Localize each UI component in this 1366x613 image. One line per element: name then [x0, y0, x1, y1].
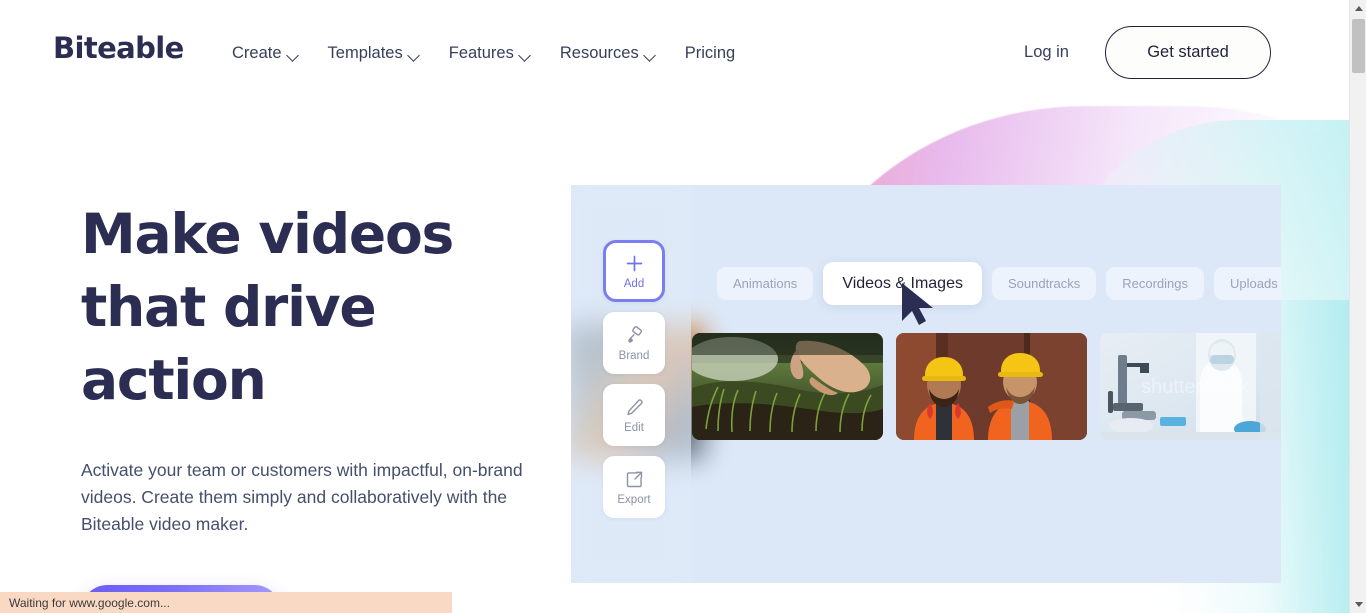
nav-label-templates: Templates: [327, 44, 403, 62]
media-category-tabs: Animations Videos & Images Soundtracks R…: [717, 262, 1281, 305]
tab-videos-and-images[interactable]: Videos & Images: [823, 262, 982, 305]
tool-button-add[interactable]: Add: [603, 240, 665, 302]
thumbnail-item[interactable]: shutterstock: [1100, 333, 1281, 440]
share-export-icon: [626, 471, 642, 487]
tab-recordings[interactable]: Recordings: [1106, 267, 1205, 300]
tool-button-edit[interactable]: Edit: [603, 384, 665, 446]
triangle-up-icon: [1354, 6, 1363, 11]
nav-label-features: Features: [448, 44, 514, 62]
nav-label-pricing: Pricing: [684, 44, 736, 62]
paint-roller-icon: [627, 325, 642, 343]
tab-uploads[interactable]: Uploads: [1214, 267, 1281, 300]
hero-subtitle: Activate your team or customers with imp…: [81, 460, 523, 534]
main-navigation: Create Templates Features Resources Pric…: [232, 40, 735, 66]
triangle-down-icon: [1354, 602, 1363, 607]
biteable-logo[interactable]: Biteable: [53, 31, 184, 65]
chevron-down-icon: [288, 51, 299, 58]
plus-icon: [626, 255, 642, 271]
nav-item-resources[interactable]: Resources: [560, 40, 656, 66]
nav-label-create: Create: [232, 44, 282, 62]
tab-soundtracks[interactable]: Soundtracks: [991, 267, 1097, 300]
vertical-scrollbar[interactable]: [1349, 0, 1366, 613]
tool-button-brand[interactable]: Brand: [603, 312, 665, 374]
tool-label-edit: Edit: [624, 421, 644, 434]
media-thumbnail-grid: shutterstock: [692, 333, 1281, 440]
hero-title-line-1: Make videos: [81, 202, 454, 266]
site-header: Biteable Create Templates Features Resou…: [0, 0, 1349, 106]
scrollbar-thumb[interactable]: [1352, 19, 1365, 73]
nav-label-resources: Resources: [559, 44, 639, 62]
pencil-icon: [626, 398, 643, 415]
scrollbar-down-button[interactable]: [1350, 596, 1366, 613]
nav-item-templates[interactable]: Templates: [328, 40, 420, 66]
browser-status-bar: Waiting for www.google.com...: [0, 592, 452, 613]
svg-text:shutterstock: shutterstock: [1141, 376, 1250, 398]
tab-animations[interactable]: Animations: [717, 267, 814, 300]
page-canvas: Biteable Create Templates Features Resou…: [0, 0, 1349, 613]
hero-content: Make videos that drive action Activate y…: [81, 198, 551, 613]
header-actions: Log in Get started: [1024, 26, 1271, 79]
nav-item-create[interactable]: Create: [232, 40, 299, 66]
construction-workers-thumbnail-art: [896, 333, 1087, 440]
laboratory-thumbnail-art: shutterstock: [1100, 333, 1281, 440]
app-mockup-panel: Add Brand Edit Export Animations Videos …: [571, 185, 1281, 583]
farming-field-thumbnail-art: [692, 333, 883, 440]
browser-viewport: Biteable Create Templates Features Resou…: [0, 0, 1366, 613]
get-started-button[interactable]: Get started: [1105, 26, 1271, 79]
thumbnail-item[interactable]: [896, 333, 1087, 440]
chevron-down-icon: [520, 51, 531, 58]
nav-item-pricing[interactable]: Pricing: [685, 40, 735, 66]
scrollbar-up-button[interactable]: [1350, 0, 1366, 17]
thumbnail-item[interactable]: [692, 333, 883, 440]
tool-label-export: Export: [617, 493, 651, 506]
page-title: Make videos that drive action: [81, 198, 551, 417]
chevron-down-icon: [645, 51, 656, 58]
login-link[interactable]: Log in: [1024, 43, 1069, 62]
hero-title-line-2: that drive action: [81, 275, 377, 412]
nav-item-features[interactable]: Features: [449, 40, 531, 66]
chevron-down-icon: [409, 51, 420, 58]
tool-label-brand: Brand: [618, 349, 650, 362]
tool-label-add: Add: [623, 277, 645, 290]
tool-button-export[interactable]: Export: [603, 456, 665, 518]
mockup-tool-rail: Add Brand Edit Export: [603, 240, 665, 518]
